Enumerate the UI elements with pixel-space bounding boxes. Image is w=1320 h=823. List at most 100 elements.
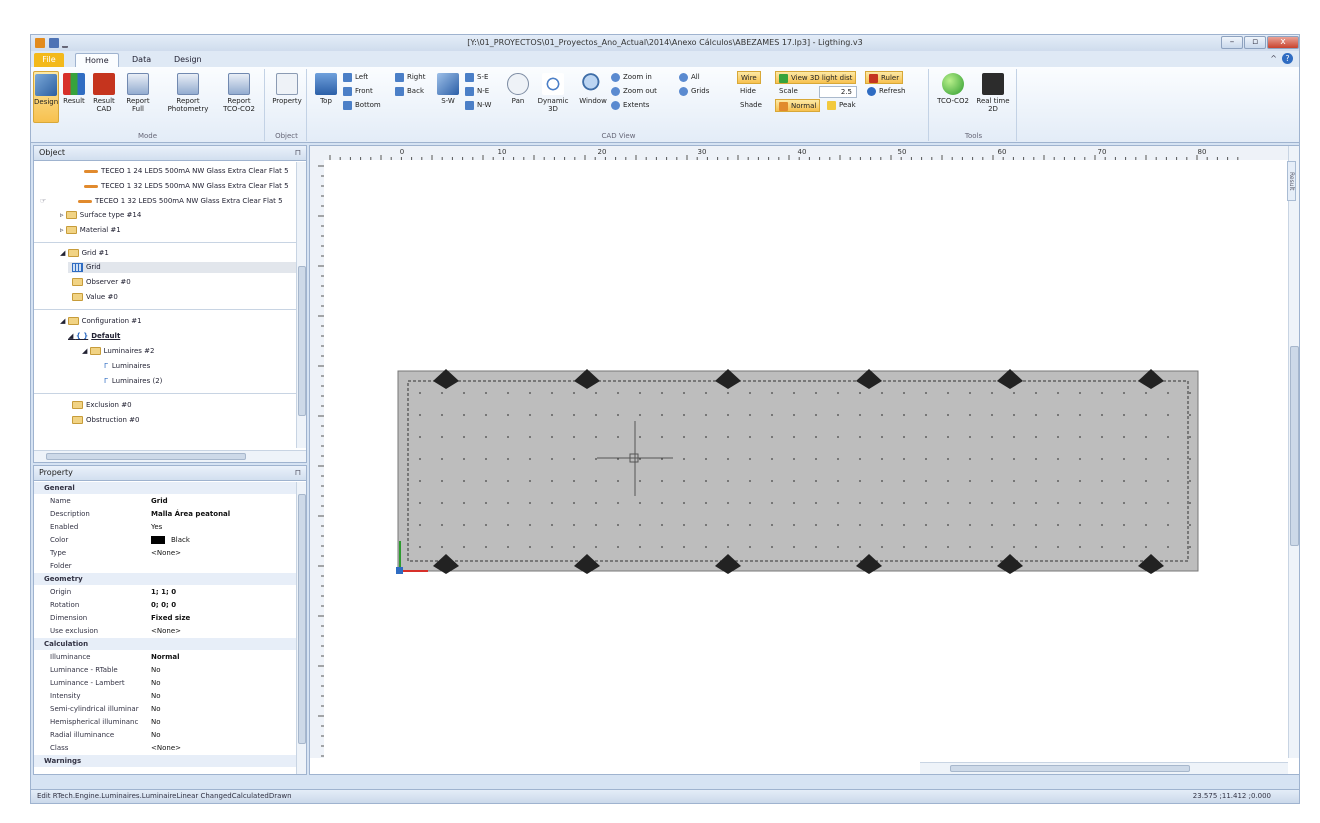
luminaire-icon [84,169,98,173]
pin-icon[interactable]: ⊓ [295,466,301,480]
report-photometry-button[interactable]: Report Photometry [167,71,209,123]
shade-button[interactable]: Shade [740,99,762,112]
tco-co2-button[interactable]: TCO-CO2 [935,71,971,123]
tree-node-luminaires-2[interactable]: Γ Luminaires (2) [104,376,162,387]
tree-node-configuration[interactable]: ◢ Configuration #1 [60,316,142,327]
tree-node-grid-group[interactable]: ◢ Grid #1 [60,248,109,259]
maximize-button[interactable]: ▫ [1244,36,1266,49]
back-view-button[interactable]: Back [395,85,424,98]
view-3d-light-dist-button[interactable]: View 3D light dist [775,71,857,84]
refresh-button[interactable]: Refresh [867,85,905,98]
tree-node-luminaires[interactable]: Γ Luminaires [104,361,150,372]
cad-drawing[interactable]: 0 10 20 30 40 50 60 70 80 [310,146,1300,774]
property-row[interactable]: Origin 1; 1; 0 [34,586,296,598]
result-button[interactable]: Result [61,71,87,123]
zoom-all-button[interactable]: All [679,71,700,84]
report-full-button[interactable]: Report Full [123,71,153,123]
property-row[interactable]: Folder [34,560,296,572]
tree-node-material[interactable]: ▹ Material #1 [60,225,121,236]
grids-button[interactable]: Grids [679,85,709,98]
pin-icon[interactable]: ⊓ [295,146,301,160]
left-view-button[interactable]: Left [343,71,368,84]
property-row[interactable]: Type <None> [34,547,296,559]
window-zoom-button[interactable]: Window [577,71,609,123]
top-view-button[interactable]: Top [313,71,339,123]
extents-button[interactable]: Extents [611,99,649,112]
peak-button[interactable]: Peak [827,99,856,112]
result-cad-button[interactable]: Result CAD [91,71,117,123]
tab-home[interactable]: Home [75,53,119,67]
scroll-thumb[interactable] [298,494,306,744]
property-category[interactable]: Warnings [34,755,296,767]
cad-viewport[interactable]: 0 10 20 30 40 50 60 70 80 [309,145,1300,775]
zoom-in-button[interactable]: Zoom in [611,71,652,84]
property-row[interactable]: Color Black [34,534,296,546]
scroll-thumb[interactable] [950,765,1190,772]
property-row[interactable]: Illuminance Normal [34,651,296,663]
property-row[interactable]: Name Grid [34,495,296,507]
property-row[interactable]: Use exclusion <None> [34,625,296,637]
real-time-2d-button[interactable]: Real time 2D [975,71,1011,123]
result-side-tab[interactable]: Result [1287,161,1296,201]
property-button[interactable]: Property [270,71,304,123]
design-button[interactable]: Design [33,71,59,123]
grid-point [771,546,773,548]
nw-view-button[interactable]: N-W [465,99,491,112]
cad-vertical-scrollbar[interactable] [1288,146,1299,758]
tree-node-luminaires-group[interactable]: ◢ Luminaires #2 [82,346,154,357]
scale-input[interactable]: 2.5 [819,86,857,98]
se-view-button[interactable]: S-E [465,71,488,84]
scroll-thumb[interactable] [46,453,246,460]
close-button[interactable]: x [1267,36,1299,49]
tree-node-exclusion[interactable]: Exclusion #0 [72,400,132,411]
bottom-view-button[interactable]: Bottom [343,99,381,112]
object-horizontal-scrollbar[interactable] [34,450,306,462]
help-icon[interactable]: ? [1282,53,1293,64]
tree-node-luminaire-2[interactable]: TECEO 1 32 LEDS 500mA NW Glass Extra Cle… [84,181,289,192]
property-row[interactable]: Dimension Fixed size [34,612,296,624]
property-category[interactable]: Calculation [34,638,296,650]
minimize-button[interactable]: – [1221,36,1243,49]
front-view-button[interactable]: Front [343,85,373,98]
tree-node-grid[interactable]: Grid [68,262,296,273]
property-category[interactable]: General [34,482,296,494]
property-row[interactable]: Hemispherical illuminanc No [34,716,296,728]
sw-view-button[interactable]: S-W [435,71,461,123]
cad-horizontal-scrollbar[interactable] [920,762,1288,774]
property-row[interactable]: Rotation 0; 0; 0 [34,599,296,611]
right-view-button[interactable]: Right [395,71,425,84]
property-row[interactable]: Class <None> [34,742,296,754]
report-tco-button[interactable]: Report TCO-CO2 [219,71,259,123]
property-row[interactable]: Description Malla Área peatonal [34,508,296,520]
ruler-button[interactable]: Ruler [865,71,904,84]
dynamic-3d-button[interactable]: Dynamic 3D [537,71,569,123]
object-vertical-scrollbar[interactable] [296,162,306,448]
property-row[interactable]: Radial illuminance No [34,729,296,741]
tab-data[interactable]: Data [123,53,160,67]
tree-node-default[interactable]: ◢ { } Default [68,331,120,342]
tree-node-surface-type[interactable]: ▹ Surface type #14 [60,210,141,221]
scroll-thumb[interactable] [1290,346,1299,546]
scroll-thumb[interactable] [298,266,306,416]
property-category[interactable]: Geometry [34,573,296,585]
tree-node-obstruction[interactable]: Obstruction #0 [72,415,139,426]
zoom-out-button[interactable]: Zoom out [611,85,657,98]
normal-button[interactable]: Normal [775,99,821,112]
tree-node-luminaire-3[interactable]: ☞ TECEO 1 32 LEDS 500mA NW Glass Extra Cl… [40,196,283,207]
tab-design[interactable]: Design [165,53,211,67]
tree-node-luminaire-1[interactable]: TECEO 1 24 LEDS 500mA NW Glass Extra Cle… [84,166,289,177]
tree-node-value[interactable]: Value #0 [72,292,118,303]
tab-file[interactable]: File [34,53,64,67]
property-row[interactable]: Luminance - RTable No [34,664,296,676]
property-row[interactable]: Intensity No [34,690,296,702]
property-row[interactable]: Semi-cylindrical illuminar No [34,703,296,715]
wire-button[interactable]: Wire [737,71,761,84]
pan-button[interactable]: Pan [505,71,531,123]
collapse-ribbon-icon[interactable]: ^ [1270,54,1277,63]
tree-node-observer[interactable]: Observer #0 [72,277,131,288]
ne-view-button[interactable]: N-E [465,85,489,98]
property-row[interactable]: Enabled Yes [34,521,296,533]
property-vertical-scrollbar[interactable] [296,482,306,774]
hide-button[interactable]: Hide [740,85,756,98]
property-row[interactable]: Luminance - Lambert No [34,677,296,689]
